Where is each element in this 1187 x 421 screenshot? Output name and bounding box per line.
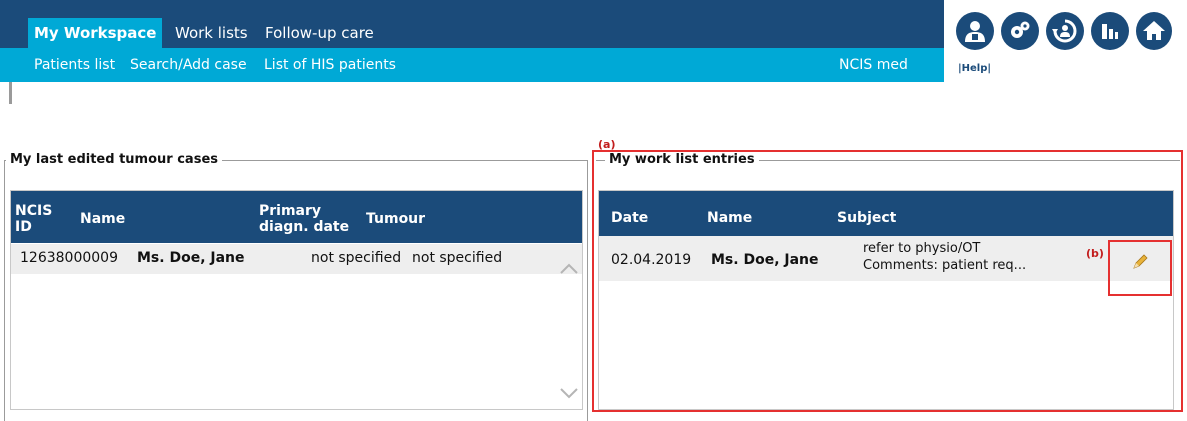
search-add-case-link[interactable]: Search/Add case	[130, 52, 247, 78]
column-header-primary-diagn-date[interactable]: Primary diagn. date	[259, 203, 359, 235]
cell-tumour: not specified	[412, 250, 503, 266]
last-cases-grid: NCIS ID Name Primary diagn. date Tumour …	[10, 190, 583, 410]
top-navigation: My Workspace Work lists Follow-up care P…	[0, 0, 944, 104]
user-icon[interactable]	[956, 12, 994, 50]
nav-divider	[9, 82, 12, 104]
last-cases-header: NCIS ID Name Primary diagn. date Tumour	[11, 191, 582, 243]
table-row[interactable]: 12638000009 Ms. Doe, Jane not specified …	[11, 244, 582, 274]
bar-chart-icon[interactable]	[1091, 12, 1129, 50]
scroll-up-icon[interactable]	[559, 261, 579, 275]
patients-list-link[interactable]: Patients list	[34, 52, 115, 78]
his-patients-link[interactable]: List of HIS patients	[264, 52, 396, 78]
cell-diagn-date: not specified	[311, 250, 402, 266]
annotation-a-box	[592, 150, 1183, 412]
tab-my-workspace[interactable]: My Workspace	[28, 18, 163, 48]
annotation-b-label: (b)	[1086, 247, 1104, 260]
column-header-ncis-id[interactable]: NCIS ID	[15, 203, 55, 235]
tab-follow-up-care[interactable]: Follow-up care	[265, 18, 374, 48]
scroll-down-icon[interactable]	[559, 387, 579, 401]
last-cases-legend: My last edited tumour cases	[6, 152, 222, 168]
settings-icon[interactable]	[1001, 12, 1039, 50]
cell-name: Ms. Doe, Jane	[137, 250, 245, 266]
app-label: NCIS med	[839, 57, 908, 73]
tab-work-lists[interactable]: Work lists	[175, 18, 248, 48]
column-header-tumour[interactable]: Tumour	[366, 211, 425, 227]
home-icon[interactable]	[1136, 12, 1172, 50]
help-link[interactable]: |Help|	[958, 63, 991, 74]
refresh-user-icon[interactable]	[1046, 12, 1084, 50]
column-header-name[interactable]: Name	[80, 211, 125, 227]
cell-ncis-id: 12638000009	[20, 250, 118, 266]
annotation-b-box	[1108, 240, 1172, 296]
